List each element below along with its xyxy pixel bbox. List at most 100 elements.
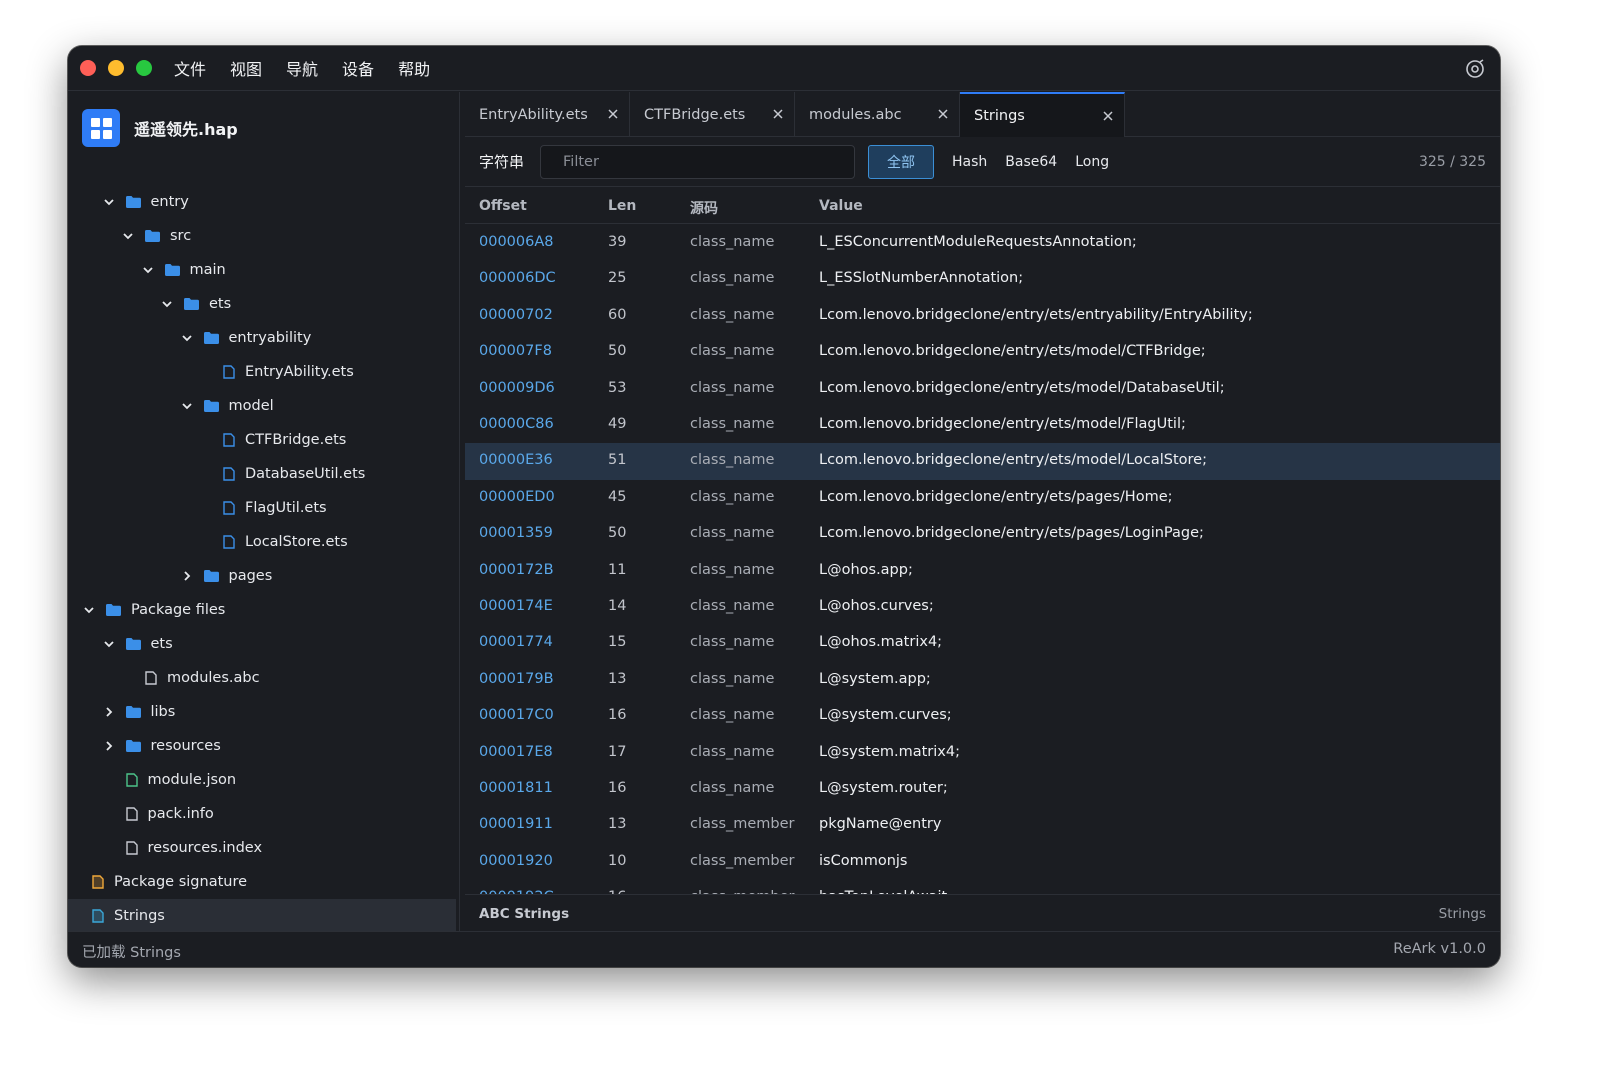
chevron-down-icon[interactable] [82,603,96,617]
table-row[interactable]: 00000ED0 45 class_name Lcom.lenovo.bridgecl… [465,480,1500,516]
table-row[interactable]: 0000174E 14 class_name L@ohos.curves; [465,589,1500,625]
tree-item[interactable]: entryability [68,321,456,355]
close-icon[interactable] [937,108,949,120]
tree-item[interactable]: libs [68,695,456,729]
cell-offset: 00000C86 [479,416,554,432]
chevron-down-icon[interactable] [102,637,116,651]
tab-ctfbridge-ets[interactable]: CTFBridge.ets [630,92,795,137]
table-row[interactable]: 000009D6 53 class_name Lcom.lenovo.bridgecl… [465,371,1500,407]
tab-label: CTFBridge.ets [644,106,746,123]
app-window: 文件 视图 导航 设备 帮助 遥遥领先.hap entry src main ets e… [68,46,1500,967]
col-len[interactable]: Len [608,198,636,214]
table-row[interactable]: 0000179B 13 class_name L@system.app; [465,662,1500,698]
device-icon[interactable] [1464,58,1486,80]
tree-item-label: pages [228,568,273,584]
table-row[interactable]: 00001920 10 class_member isCommonjs [465,844,1500,880]
tree-item[interactable]: modules.abc [68,661,456,695]
table-row[interactable]: 00000C86 49 class_name Lcom.lenovo.bridgecl… [465,407,1500,443]
table-row[interactable]: 000017C0 16 class_name L@system.curves; [465,698,1500,734]
filter-long-button[interactable]: Long [1075,154,1109,170]
tree-item[interactable]: entry [68,185,456,219]
status-message: 已加载 Strings [82,945,181,961]
tree-item[interactable]: resources [68,729,456,763]
tree-item[interactable]: pages [68,559,456,593]
chevron-down-icon[interactable] [121,229,135,243]
filter-hash-button[interactable]: Hash [952,154,987,170]
table-row[interactable]: 00001811 16 class_name L@system.router; [465,771,1500,807]
chevron-down-icon[interactable] [180,399,194,413]
table-row[interactable]: 000007F8 50 class_name Lcom.lenovo.bridgecl… [465,334,1500,370]
close-icon[interactable] [772,108,784,120]
tree-item[interactable]: resources.index [68,831,456,865]
main-panel: EntryAbility.ets CTFBridge.ets modules.abc… [461,92,1500,931]
tree-item[interactable]: model [68,389,456,423]
menu-view[interactable]: 视图 [230,56,262,80]
cell-value: Lcom.lenovo.bridgeclone/entry/ets/entrya… [819,306,1253,323]
filter-input[interactable] [540,144,856,179]
col-source[interactable]: 源码 [690,198,718,218]
cell-len: 49 [608,416,627,432]
tree-item[interactable]: CTFBridge.ets [68,423,456,457]
table-row[interactable]: 00001774 15 class_name L@ohos.matrix4; [465,625,1500,661]
tree-item[interactable]: DatabaseUtil.ets [68,457,456,491]
chevron-right-icon[interactable] [102,739,116,753]
table-row[interactable]: 00001359 50 class_name Lcom.lenovo.bridgecl… [465,516,1500,552]
tree-item[interactable]: Package signature [68,865,456,899]
table-row[interactable]: 000006A8 39 class_name L_ESConcurrentModule… [465,225,1500,261]
tree-item[interactable]: FlagUtil.ets [68,491,456,525]
table-footer: ABC Strings Strings [465,894,1500,931]
filter-all-button[interactable]: 全部 [868,144,935,179]
tab-strings[interactable]: Strings [960,92,1125,137]
table-row[interactable]: 000017E8 17 class_name L@system.matrix4; [465,735,1500,771]
col-offset[interactable]: Offset [479,198,527,214]
folder-icon [145,230,160,242]
chevron-right-icon[interactable] [102,705,116,719]
col-value[interactable]: Value [819,198,863,214]
cell-len: 14 [608,598,627,614]
cell-source: class_name [690,343,775,360]
tree-item[interactable]: Strings [68,899,456,931]
zoom-window-button[interactable] [136,60,152,76]
tree-item[interactable]: ets [68,287,456,321]
cell-value: L@ohos.app; [819,561,913,578]
tree-item[interactable]: ets [68,627,456,661]
cell-len: 17 [608,743,627,760]
menu-help[interactable]: 帮助 [398,56,430,80]
project-name: 遥遥领先.hap [134,120,238,139]
folder-icon [184,298,199,310]
table-row[interactable]: 00000E36 51 class_name Lcom.lenovo.bridgecl… [465,443,1500,480]
chevron-down-icon[interactable] [102,195,116,209]
tree-item[interactable]: src [68,219,456,253]
footer-context: Strings [1438,906,1486,922]
project-header[interactable]: 遥遥领先.hap [82,109,238,147]
table-row[interactable]: 000006DC 25 class_name L_ESSlotNumberAnnota… [465,261,1500,297]
chevron-down-icon[interactable] [141,263,155,277]
table-row[interactable]: 00000702 60 class_name Lcom.lenovo.bridgecl… [465,298,1500,334]
tree-item[interactable]: EntryAbility.ets [68,355,456,389]
tree-item-label: model [228,398,274,414]
tab-modules-abc[interactable]: modules.abc [795,92,960,137]
close-icon[interactable] [1102,110,1114,122]
chevron-down-icon[interactable] [180,331,194,345]
tree-item[interactable]: main [68,253,456,287]
tree-item[interactable]: pack.info [68,797,456,831]
tree-item[interactable]: Package files [68,593,456,627]
tab-entryability-ets[interactable]: EntryAbility.ets [465,92,630,137]
cell-value: L_ESConcurrentModuleRequestsAnnotation; [819,234,1137,250]
tree-item[interactable]: LocalStore.ets [68,525,456,559]
minimize-window-button[interactable] [108,60,124,76]
chevron-right-icon[interactable] [180,569,194,583]
tree-item-label: libs [150,704,176,720]
menu-device[interactable]: 设备 [342,56,374,80]
tree-item-label: main [189,262,226,278]
filter-base64-button[interactable]: Base64 [1005,154,1057,170]
menu-file[interactable]: 文件 [174,56,206,80]
table-row[interactable]: 0000172B 11 class_name L@ohos.app; [465,553,1500,589]
tree-item[interactable]: module.json [68,763,456,797]
table-row[interactable]: 00001911 13 class_member pkgName@entry [465,807,1500,843]
close-icon[interactable] [607,108,619,120]
close-window-button[interactable] [80,60,96,76]
chevron-down-icon[interactable] [160,297,174,311]
tree-item-label: ets [209,296,232,312]
menu-navigate[interactable]: 导航 [286,56,318,80]
